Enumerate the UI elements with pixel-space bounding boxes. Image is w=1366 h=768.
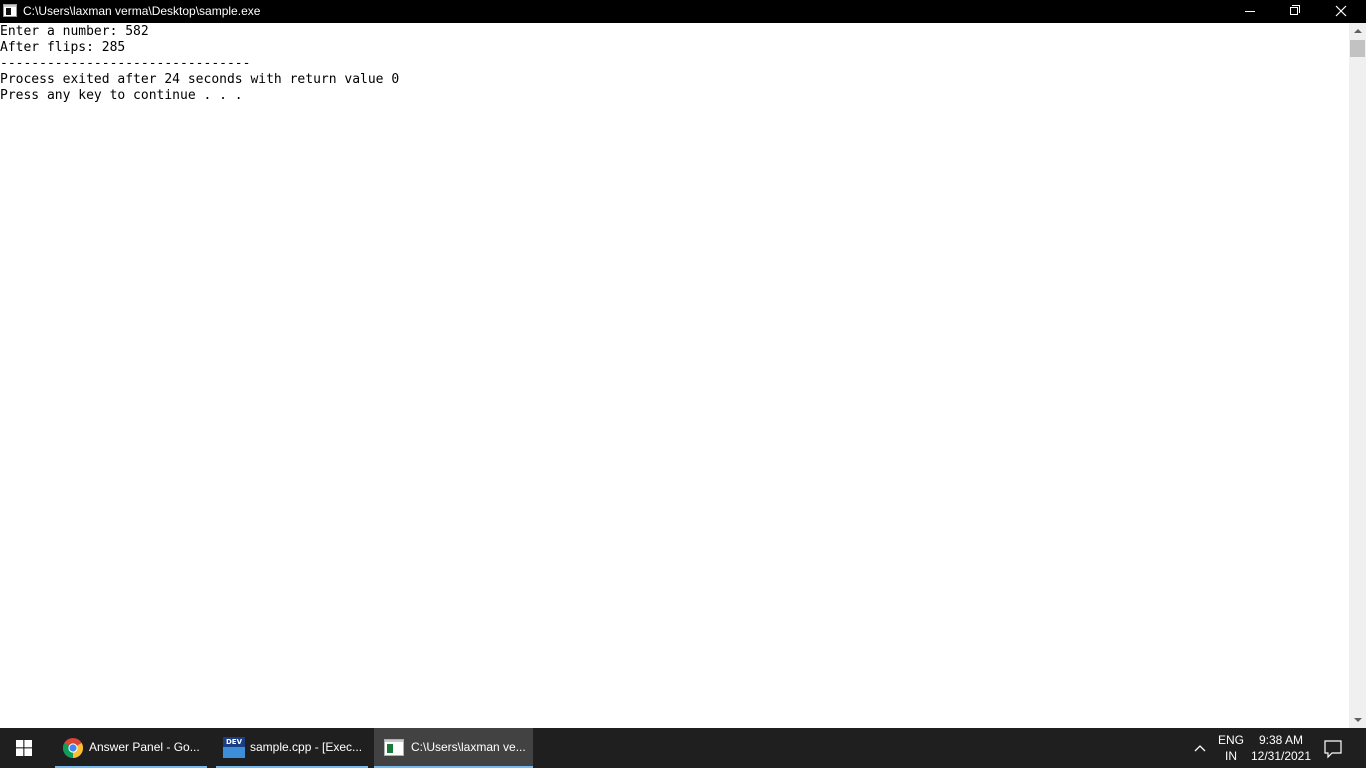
taskbar-item-label: sample.cpp - [Exec... xyxy=(250,740,363,754)
notification-icon xyxy=(1324,740,1342,759)
console-app-icon[interactable] xyxy=(3,4,17,17)
console-icon xyxy=(384,739,404,756)
windows-logo-icon xyxy=(16,740,32,756)
minimize-button[interactable] xyxy=(1227,0,1273,23)
scroll-down-arrow-icon[interactable] xyxy=(1349,711,1366,728)
devcpp-icon: DEV xyxy=(223,737,245,758)
taskbar-item-console[interactable]: C:\Users\laxman ve... xyxy=(374,728,533,768)
region-code: IN xyxy=(1225,749,1237,763)
taskbar-item-label: C:\Users\laxman ve... xyxy=(411,740,526,754)
clock-date: 12/31/2021 xyxy=(1250,749,1312,763)
system-clock[interactable]: 9:38 AM 12/31/2021 xyxy=(1250,732,1312,764)
taskbar-item-chrome[interactable]: Answer Panel - Go... xyxy=(55,728,207,768)
console-line-continue-prompt: Press any key to continue . . . xyxy=(0,88,243,103)
vertical-scrollbar[interactable] xyxy=(1349,23,1366,728)
console-line-input-prompt: Enter a number: 582 xyxy=(0,24,149,39)
chrome-icon xyxy=(63,738,83,758)
show-hidden-icons-button[interactable] xyxy=(1190,740,1210,756)
close-icon xyxy=(1335,5,1347,17)
taskbar-item-devcpp[interactable]: DEV sample.cpp - [Exec... xyxy=(216,728,368,768)
window-title-bar[interactable]: C:\Users\laxman verma\Desktop\sample.exe xyxy=(0,0,1366,23)
console-output[interactable]: Enter a number: 582 After flips: 285 ---… xyxy=(0,23,1349,728)
scrollbar-thumb[interactable] xyxy=(1350,40,1365,57)
taskbar: Answer Panel - Go... DEV sample.cpp - [E… xyxy=(0,728,1366,768)
clock-time: 9:38 AM xyxy=(1258,733,1304,747)
taskbar-item-label: Answer Panel - Go... xyxy=(89,740,200,754)
window-title: C:\Users\laxman verma\Desktop\sample.exe xyxy=(23,4,261,18)
console-line-separator: -------------------------------- xyxy=(0,56,251,71)
language-code: ENG xyxy=(1217,733,1244,747)
scroll-up-arrow-icon[interactable] xyxy=(1349,23,1366,40)
close-button[interactable] xyxy=(1318,0,1364,23)
console-line-result: After flips: 285 xyxy=(0,40,126,55)
console-line-exit-status: Process exited after 24 seconds with ret… xyxy=(0,72,400,87)
input-language-indicator[interactable]: ENG IN xyxy=(1213,732,1249,764)
chevron-up-icon xyxy=(1194,745,1206,752)
action-center-button[interactable] xyxy=(1320,737,1346,761)
devcpp-icon-text: DEV xyxy=(223,737,245,747)
start-button[interactable] xyxy=(0,728,48,768)
restore-button[interactable] xyxy=(1272,0,1318,23)
